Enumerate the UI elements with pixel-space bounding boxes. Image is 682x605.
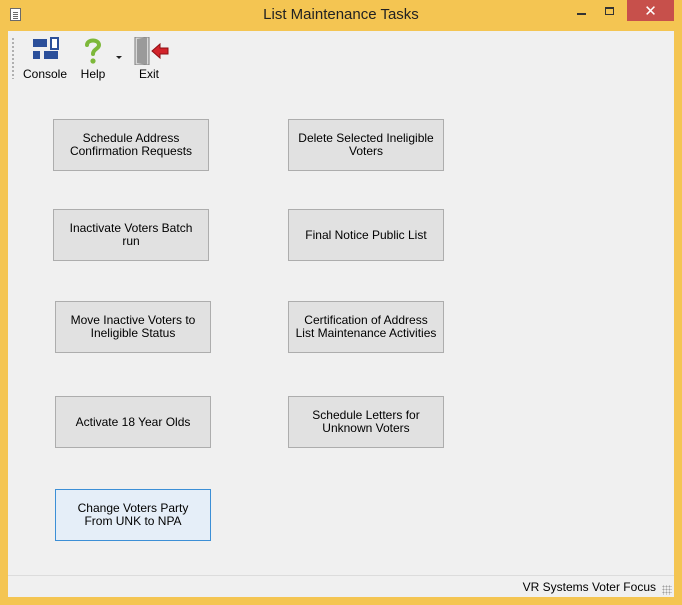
button-label: Schedule Letters for Unknown Voters: [312, 408, 420, 435]
inactivate-voters-batch-button[interactable]: Inactivate Voters Batch run: [53, 209, 209, 261]
console-label: Console: [22, 67, 68, 81]
button-label: Change Voters Party From UNK to NPA: [77, 501, 189, 528]
activate-18-year-olds-button[interactable]: Activate 18 Year Olds: [55, 396, 211, 448]
status-bar: VR Systems Voter Focus: [8, 575, 674, 597]
console-button[interactable]: Console: [20, 36, 70, 82]
button-label: Delete Selected Ineligible Voters: [298, 131, 434, 158]
help-button[interactable]: Help: [78, 36, 108, 82]
exit-button[interactable]: Exit: [134, 36, 169, 82]
maximize-button[interactable]: [596, 0, 623, 21]
toolbar: Console Help Exit: [8, 31, 674, 85]
minimize-button[interactable]: [568, 0, 595, 21]
title-bar[interactable]: List Maintenance Tasks ✕: [0, 0, 682, 30]
help-dropdown-arrow-icon[interactable]: [116, 56, 122, 59]
exit-label: Exit: [138, 67, 159, 81]
toolbar-grip-icon[interactable]: [12, 37, 14, 79]
button-label: Move Inactive Voters to Ineligible Statu…: [70, 313, 196, 340]
change-voters-party-button[interactable]: Change Voters Party From UNK to NPA: [55, 489, 211, 541]
help-icon: [85, 38, 102, 64]
certification-address-list-button[interactable]: Certification of Address List Maintenanc…: [288, 301, 444, 353]
minimize-icon: [577, 12, 586, 15]
resize-grip-icon[interactable]: [662, 585, 672, 595]
exit-door-icon: [134, 37, 169, 65]
status-text: VR Systems Voter Focus: [522, 580, 656, 594]
client-area: Console Help Exit Schedule Address Confi…: [8, 31, 674, 597]
close-icon: ✕: [644, 2, 657, 20]
button-label: Final Notice Public List: [305, 227, 427, 242]
maximize-icon: [605, 6, 614, 15]
delete-ineligible-voters-button[interactable]: Delete Selected Ineligible Voters: [288, 119, 444, 171]
move-inactive-voters-button[interactable]: Move Inactive Voters to Ineligible Statu…: [55, 301, 211, 353]
button-label: Activate 18 Year Olds: [75, 414, 191, 429]
schedule-letters-unknown-voters-button[interactable]: Schedule Letters for Unknown Voters: [288, 396, 444, 448]
app-window: List Maintenance Tasks ✕ Console Help Ex…: [0, 0, 682, 605]
button-label: Inactivate Voters Batch run: [69, 221, 193, 248]
help-label: Help: [80, 67, 106, 81]
console-icon: [33, 37, 59, 59]
final-notice-public-list-button[interactable]: Final Notice Public List: [288, 209, 444, 261]
button-label: Certification of Address List Maintenanc…: [295, 313, 437, 340]
button-label: Schedule Address Confirmation Requests: [69, 131, 193, 158]
schedule-address-confirmation-button[interactable]: Schedule Address Confirmation Requests: [53, 119, 209, 171]
close-button[interactable]: ✕: [627, 0, 674, 21]
